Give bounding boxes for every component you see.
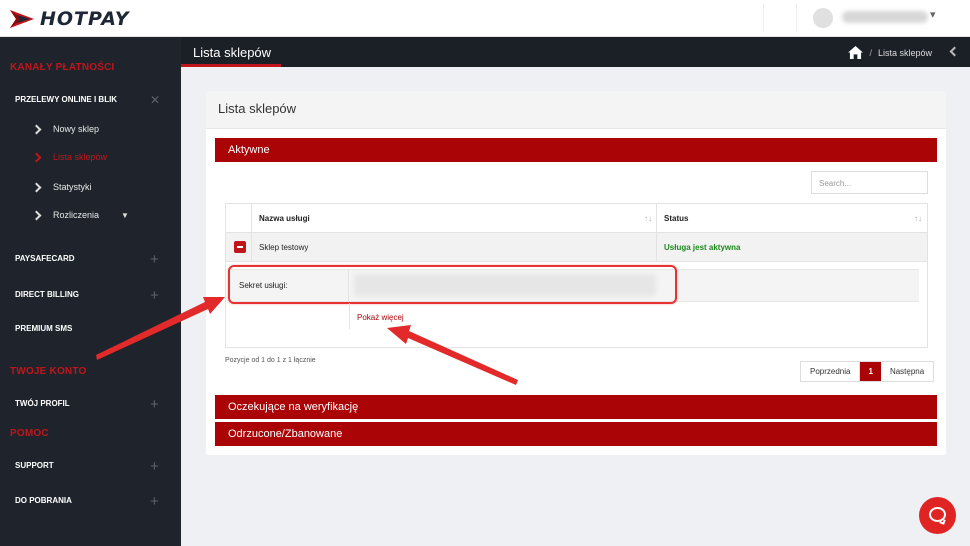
top-bar: HOTPAY ▾ xyxy=(0,0,970,37)
chevron-down-icon: ▼ xyxy=(121,210,129,220)
home-icon[interactable] xyxy=(848,46,864,59)
plus-icon[interactable]: + xyxy=(150,459,159,474)
chat-button[interactable] xyxy=(919,497,956,534)
collapse-row-icon[interactable] xyxy=(234,241,246,253)
avatar[interactable] xyxy=(813,8,833,28)
sidebar-section-help: POMOC xyxy=(10,428,49,439)
brand-name: HOTPAY xyxy=(40,8,130,30)
table-info: Pozycje od 1 do 1 z 1 łącznie xyxy=(225,357,316,364)
close-icon[interactable]: ✕ xyxy=(150,94,160,106)
sidebar-item-online-transfers[interactable]: PRZELEWY ONLINE I BLIK xyxy=(15,95,117,104)
chevron-left-icon[interactable] xyxy=(949,46,960,57)
table-header xyxy=(226,204,927,233)
hotpay-logo[interactable]: HOTPAY xyxy=(8,7,129,31)
shop-name: Sklep testowy xyxy=(259,243,309,252)
column-header-name[interactable]: Nazwa usługi xyxy=(259,204,310,233)
sidebar-item-profile[interactable]: TWÓJ PROFIL xyxy=(15,399,70,408)
sort-icon[interactable]: ↑↓ xyxy=(644,214,652,223)
column-header-status[interactable]: Status xyxy=(664,204,688,233)
secret-highlight-annotation xyxy=(228,265,677,304)
sidebar-item-support[interactable]: SUPPORT xyxy=(15,461,54,470)
pagination-next-button[interactable]: Następna xyxy=(881,362,933,381)
group-pending[interactable]: Oczekujące na weryfikację xyxy=(215,395,937,419)
chevron-right-icon xyxy=(31,152,42,162)
chevron-right-icon xyxy=(31,124,42,134)
plus-icon[interactable]: + xyxy=(150,397,159,412)
chevron-down-icon[interactable]: ▾ xyxy=(930,8,936,21)
sidebar-subitem-statistics[interactable]: Statystyki xyxy=(31,182,92,192)
sort-icon[interactable]: ↑↓ xyxy=(914,214,922,223)
pagination-prev-button[interactable]: Poprzednia xyxy=(801,362,861,381)
sidebar-item-paysafecard[interactable]: PAYSAFECARD xyxy=(15,254,75,263)
search-input[interactable]: Search... xyxy=(811,171,928,194)
page-title: Lista sklepów xyxy=(193,45,272,60)
page-header: Lista sklepów / Lista sklepów xyxy=(181,37,970,67)
plus-icon[interactable]: + xyxy=(150,494,159,509)
sidebar-subitem-settlements[interactable]: Rozliczenia ▼ xyxy=(31,210,129,220)
table-row[interactable]: Sklep testowy Usługa jest aktywna xyxy=(226,233,927,262)
status-badge: Usługa jest aktywna xyxy=(664,243,741,252)
user-name-blurred[interactable] xyxy=(842,11,928,23)
sidebar-item-premium-sms[interactable]: PREMIUM SMS xyxy=(15,324,72,333)
pagination-page-button[interactable]: 1 xyxy=(860,362,881,381)
group-active[interactable]: Aktywne xyxy=(215,138,937,162)
sidebar-section-account: TWOJE KONTO xyxy=(10,366,87,377)
panel-title: Lista sklepów xyxy=(218,101,297,116)
show-more-link[interactable]: Pokaż więcej xyxy=(357,313,404,322)
breadcrumb-current: Lista sklepów xyxy=(877,47,932,58)
chevron-right-icon xyxy=(31,210,42,220)
chevron-right-icon xyxy=(31,182,42,192)
pagination: Poprzednia 1 Następna xyxy=(800,361,935,382)
group-rejected[interactable]: Odrzucone/Zbanowane xyxy=(215,422,937,446)
sidebar-item-downloads[interactable]: DO POBRANIA xyxy=(15,496,72,505)
plus-icon[interactable]: + xyxy=(150,288,159,303)
sidebar-subitem-shop-list[interactable]: Lista sklepów xyxy=(31,152,107,162)
sidebar-item-direct-billing[interactable]: DIRECT BILLING xyxy=(15,290,79,299)
sidebar-section-payment-channels: KANAŁY PŁATNOŚCI xyxy=(10,62,115,73)
logo-arrow-icon xyxy=(10,10,34,28)
plus-icon[interactable]: + xyxy=(150,252,159,267)
breadcrumb: / Lista sklepów xyxy=(848,46,932,59)
sidebar-subitem-new-shop[interactable]: Nowy sklep xyxy=(31,124,99,134)
